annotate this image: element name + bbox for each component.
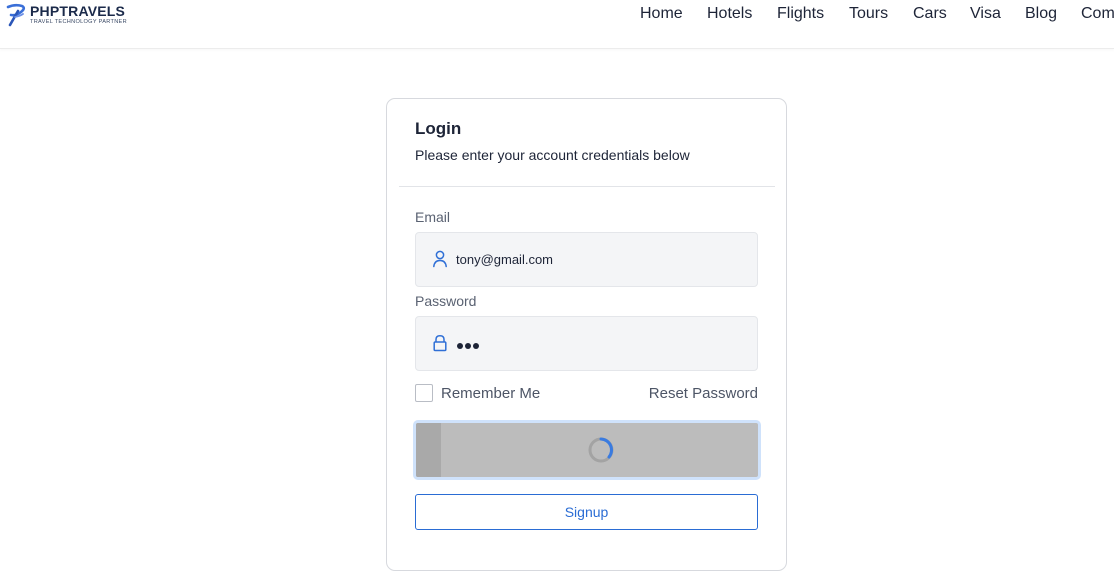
card-divider — [399, 186, 775, 187]
password-label: Password — [415, 293, 477, 309]
loading-spinner-icon — [588, 437, 614, 463]
signup-button[interactable]: Signup — [415, 494, 758, 530]
site-logo[interactable]: PHPTRAVELS TRAVEL TECHNOLOGY PARTNER — [6, 3, 131, 29]
nav-home[interactable]: Home — [640, 5, 683, 23]
login-title: Login — [415, 119, 462, 138]
nav-visa[interactable]: Visa — [970, 5, 1001, 23]
site-header: PHPTRAVELS TRAVEL TECHNOLOGY PARTNER Hom… — [0, 0, 1114, 49]
nav-company[interactable]: Com — [1081, 5, 1114, 23]
reset-password-link[interactable]: Reset Password — [649, 385, 758, 402]
nav-blog[interactable]: Blog — [1025, 5, 1057, 23]
logo-name: PHPTRAVELS — [30, 3, 126, 19]
email-field[interactable]: tony@gmail.com — [415, 232, 758, 287]
login-button-progress — [416, 423, 441, 477]
phptravels-logo-icon — [6, 3, 26, 27]
nav-cars[interactable]: Cars — [913, 5, 947, 23]
password-field[interactable] — [415, 316, 758, 371]
login-subtitle: Please enter your account credentials be… — [415, 147, 690, 163]
email-value: tony@gmail.com — [456, 252, 554, 267]
nav-flights[interactable]: Flights — [777, 5, 824, 23]
lock-icon — [433, 335, 447, 352]
login-card: Login Please enter your account credenti… — [386, 98, 787, 571]
remember-me-label[interactable]: Remember Me — [441, 385, 540, 402]
email-label: Email — [415, 209, 451, 225]
nav-tours[interactable]: Tours — [849, 5, 888, 23]
nav-hotels[interactable]: Hotels — [707, 5, 752, 23]
logo-tagline: TRAVEL TECHNOLOGY PARTNER — [30, 19, 127, 25]
password-masked-value — [457, 343, 481, 349]
remember-me-checkbox[interactable] — [415, 384, 433, 402]
login-button-loading[interactable] — [413, 420, 761, 480]
user-icon — [433, 250, 447, 268]
